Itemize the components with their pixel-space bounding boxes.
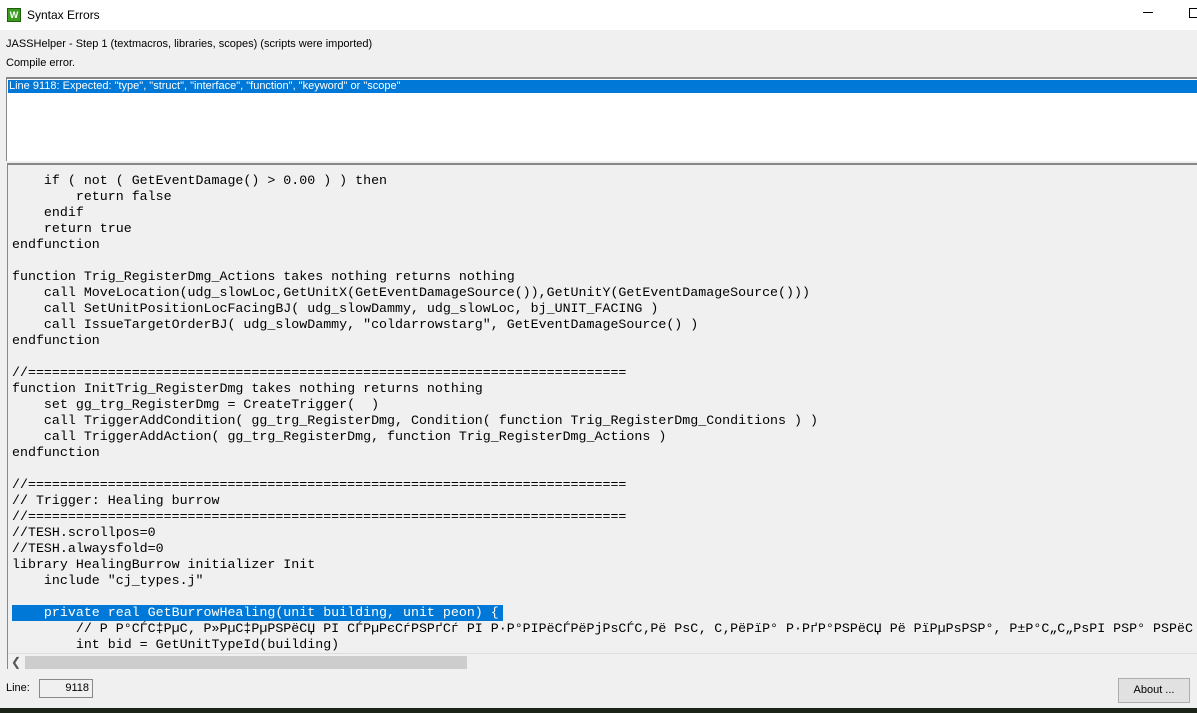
- code-line: function InitTrig_RegisterDmg takes noth…: [12, 381, 1193, 397]
- minimize-button[interactable]: [1143, 12, 1153, 13]
- code-line-text: //======================================…: [12, 477, 627, 492]
- app-icon: W: [7, 8, 21, 22]
- code-line: return true: [12, 221, 1193, 237]
- code-line-text: endfunction: [12, 333, 100, 348]
- code-line: set gg_trg_RegisterDmg = CreateTrigger( …: [12, 397, 1193, 413]
- line-label: Line:: [6, 682, 30, 694]
- code-line: call IssueTargetOrderBJ( udg_slowDammy, …: [12, 317, 1193, 333]
- code-view[interactable]: if ( not ( GetEventDamage() > 0.00 ) ) t…: [7, 163, 1197, 669]
- code-line-text: call TriggerAddCondition( gg_trg_Registe…: [12, 413, 818, 428]
- code-line-text: if ( not ( GetEventDamage() > 0.00 ) ) t…: [12, 173, 388, 188]
- code-line: endfunction: [12, 445, 1193, 461]
- code-line: function Trig_RegisterDmg_Actions takes …: [12, 269, 1193, 285]
- error-list[interactable]: Line 9118: Expected: "type", "struct", "…: [6, 77, 1197, 161]
- code-line-text: private real GetBurrowHealing(unit build…: [12, 605, 503, 621]
- code-line: return false: [12, 189, 1193, 205]
- code-line: call TriggerAddCondition( gg_trg_Registe…: [12, 413, 1193, 429]
- step-text: JASSHelper - Step 1 (textmacros, librari…: [6, 38, 373, 50]
- code-line-text: call IssueTargetOrderBJ( udg_slowDammy, …: [12, 317, 699, 332]
- code-line-text: function Trig_RegisterDmg_Actions takes …: [12, 269, 515, 284]
- code-line: // Trigger: Healing burrow: [12, 493, 1193, 509]
- code-line-text: //======================================…: [12, 509, 627, 524]
- code-line: if ( not ( GetEventDamage() > 0.00 ) ) t…: [12, 173, 1193, 189]
- horizontal-scrollbar[interactable]: ❮: [8, 653, 1197, 669]
- code-line-text: call SetUnitPositionLocFacingBJ( udg_slo…: [12, 301, 659, 316]
- code-line-text: int bid = GetUnitTypeId(building): [12, 637, 340, 652]
- code-line-text: //======================================…: [12, 365, 627, 380]
- code-line: //======================================…: [12, 509, 1193, 525]
- code-line-text: //TESH.scrollpos=0: [12, 525, 156, 540]
- line-number-field: 9118: [39, 679, 93, 698]
- code-line: call MoveLocation(udg_slowLoc,GetUnitX(G…: [12, 285, 1193, 301]
- code-line-text: endfunction: [12, 237, 100, 252]
- code-lines: if ( not ( GetEventDamage() > 0.00 ) ) t…: [12, 173, 1193, 653]
- error-item[interactable]: Line 9118: Expected: "type", "struct", "…: [8, 80, 1197, 93]
- code-line: endfunction: [12, 333, 1193, 349]
- code-line-text: library HealingBurrow initializer Init: [12, 557, 316, 572]
- desktop-strip: [0, 708, 1197, 713]
- code-line: include "cj_types.j": [12, 573, 1193, 589]
- code-line: private real GetBurrowHealing(unit build…: [12, 605, 1193, 621]
- code-line: call TriggerAddAction( gg_trg_RegisterDm…: [12, 429, 1193, 445]
- code-line: //TESH.alwaysfold=0: [12, 541, 1193, 557]
- code-line: call SetUnitPositionLocFacingBJ( udg_slo…: [12, 301, 1193, 317]
- code-line-text: call MoveLocation(udg_slowLoc,GetUnitX(G…: [12, 285, 810, 300]
- code-line: library HealingBurrow initializer Init: [12, 557, 1193, 573]
- code-line-text: endif: [12, 205, 84, 220]
- code-line: endif: [12, 205, 1193, 221]
- status-text: Compile error.: [6, 57, 76, 69]
- code-line-text: return true: [12, 221, 132, 236]
- code-line: int bid = GetUnitTypeId(building): [12, 637, 1193, 653]
- title-bar: W Syntax Errors: [0, 0, 1197, 30]
- code-line: //======================================…: [12, 477, 1193, 493]
- code-line: // Р Р°СЃС‡РµС‚ Р»РµС‡РµРЅРёСЏ РІ СЃРµРє…: [12, 621, 1193, 637]
- code-line-text: // Trigger: Healing burrow: [12, 493, 220, 508]
- about-button[interactable]: About ...: [1118, 678, 1190, 703]
- code-line: //TESH.scrollpos=0: [12, 525, 1193, 541]
- code-line-text: //TESH.alwaysfold=0: [12, 541, 164, 556]
- code-line-text: endfunction: [12, 445, 100, 460]
- code-line-text: // Р Р°СЃС‡РµС‚ Р»РµС‡РµРЅРёСЏ РІ СЃРµРє…: [12, 621, 1193, 636]
- code-line-text: set gg_trg_RegisterDmg = CreateTrigger( …: [12, 397, 380, 412]
- code-line: //======================================…: [12, 365, 1193, 381]
- scrollbar-thumb[interactable]: [25, 656, 467, 669]
- maximize-button[interactable]: [1189, 8, 1197, 18]
- code-line-text: return false: [12, 189, 172, 204]
- code-line-text: include "cj_types.j": [12, 573, 204, 588]
- scroll-left-icon[interactable]: ❮: [11, 655, 21, 669]
- window-title: Syntax Errors: [27, 8, 100, 22]
- code-line: endfunction: [12, 237, 1193, 253]
- code-line-text: function InitTrig_RegisterDmg takes noth…: [12, 381, 483, 396]
- code-line-text: call TriggerAddAction( gg_trg_RegisterDm…: [12, 429, 667, 444]
